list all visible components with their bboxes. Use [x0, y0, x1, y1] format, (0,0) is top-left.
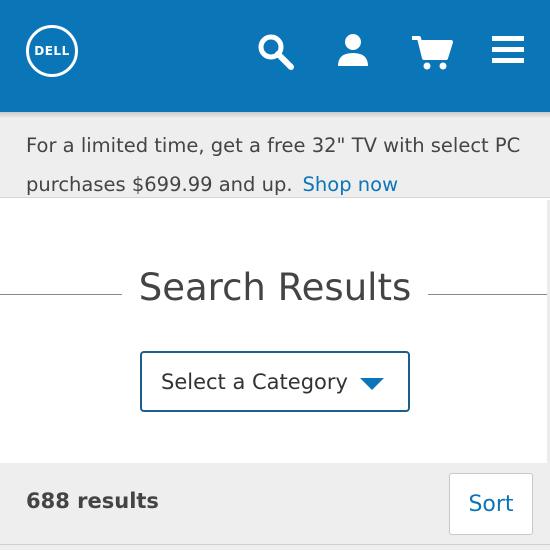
- header-shadow: [0, 112, 550, 118]
- menu-icon[interactable]: [490, 32, 526, 68]
- page-title: Search Results: [138, 266, 412, 309]
- caret-down-icon: [360, 378, 384, 390]
- site-header: DELL: [0, 0, 550, 112]
- dell-logo[interactable]: DELL: [26, 25, 78, 77]
- results-bar: 688 results Sort: [0, 463, 550, 550]
- category-select[interactable]: Select a Category: [140, 351, 410, 412]
- sort-label: Sort: [468, 491, 514, 517]
- search-icon[interactable]: [256, 32, 296, 72]
- promo-text: For a limited time, get a free 32" TV wi…: [26, 134, 521, 196]
- shop-now-link[interactable]: Shop now: [303, 173, 398, 196]
- search-results-heading: Search Results: [0, 266, 550, 318]
- bottom-divider: [0, 544, 550, 545]
- user-icon[interactable]: [335, 32, 371, 68]
- sort-button[interactable]: Sort: [449, 473, 533, 535]
- results-count: 688 results: [26, 489, 159, 513]
- category-select-label: Select a Category: [161, 369, 348, 394]
- promo-banner: For a limited time, get a free 32" TV wi…: [0, 112, 550, 198]
- logo-text: DELL: [34, 44, 70, 58]
- cart-icon[interactable]: [410, 32, 454, 72]
- divider-right: [428, 294, 550, 295]
